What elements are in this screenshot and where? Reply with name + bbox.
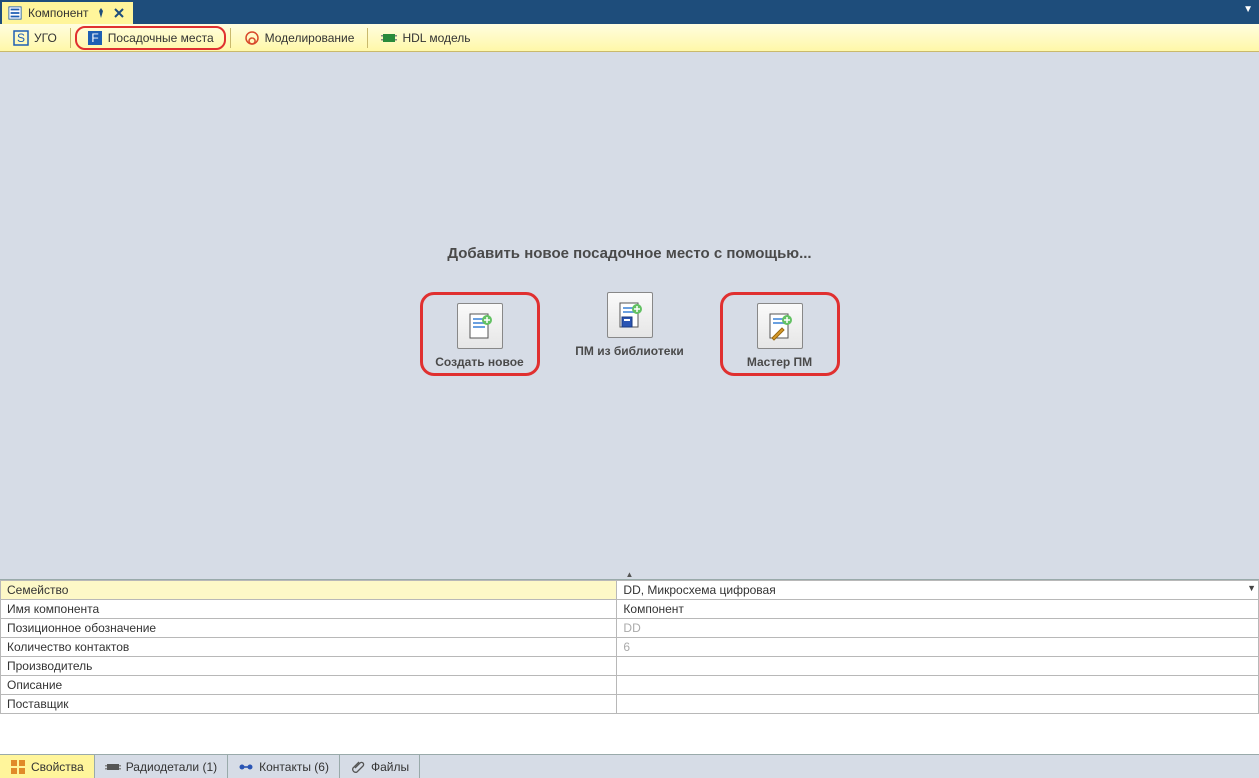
close-icon[interactable] xyxy=(113,7,125,19)
pins-icon xyxy=(238,759,254,775)
prop-label: Производитель xyxy=(1,657,617,676)
document-tabstrip: Компонент ▼ xyxy=(0,0,1259,24)
prop-row-description[interactable]: Описание xyxy=(1,676,1259,695)
toolbar-separator xyxy=(70,28,71,48)
wizard-document-icon xyxy=(764,310,796,342)
document-tab-title: Компонент xyxy=(28,6,89,20)
action-wizard[interactable]: Мастер ПМ xyxy=(720,292,840,376)
paperclip-icon xyxy=(350,759,366,775)
bottom-tab-parts[interactable]: Радиодетали (1) xyxy=(95,755,228,778)
tool-ugo[interactable]: S УГО xyxy=(4,26,66,50)
prop-value-name[interactable]: Компонент xyxy=(617,600,1259,619)
svg-text:S: S xyxy=(17,31,25,45)
action-from-library[interactable]: ПМ из библиотеки xyxy=(570,292,690,376)
bottom-tab-properties[interactable]: Свойства xyxy=(0,755,95,778)
part-icon xyxy=(105,759,121,775)
tabstrip-menu-caret-icon[interactable]: ▼ xyxy=(1243,4,1253,15)
library-document-icon xyxy=(614,299,646,331)
properties-panel: Семейство DD, Микросхема цифровая▼ Имя к… xyxy=(0,579,1259,754)
spiral-icon xyxy=(244,30,260,46)
collapse-caret-icon: ▲ xyxy=(626,570,634,579)
view-toolbar: S УГО F Посадочные места Моделирование H… xyxy=(0,24,1259,52)
prop-row-refdes: Позиционное обозначение DD xyxy=(1,619,1259,638)
empty-state-actions: Создать новое ПМ из библиотеки xyxy=(420,292,840,376)
bottom-tab-label: Радиодетали (1) xyxy=(126,760,217,774)
tool-modeling-label: Моделирование xyxy=(265,31,355,45)
action-create-new-button[interactable] xyxy=(457,303,503,349)
prop-row-pincount: Количество контактов 6 xyxy=(1,638,1259,657)
main-area: Добавить новое посадочное место с помощь… xyxy=(0,52,1259,778)
bottom-tab-label: Свойства xyxy=(31,760,84,774)
prop-value-supplier[interactable] xyxy=(617,695,1259,714)
action-wizard-button[interactable] xyxy=(757,303,803,349)
pin-icon[interactable] xyxy=(95,7,107,19)
prop-label: Имя компонента xyxy=(1,600,617,619)
tool-footprints[interactable]: F Посадочные места xyxy=(75,26,226,50)
action-create-new[interactable]: Создать новое xyxy=(420,292,540,376)
empty-state: Добавить новое посадочное место с помощь… xyxy=(0,52,1259,569)
property-grid: Семейство DD, Микросхема цифровая▼ Имя к… xyxy=(0,580,1259,714)
svg-text:F: F xyxy=(91,31,98,45)
bottom-tab-files[interactable]: Файлы xyxy=(340,755,420,778)
bottom-tab-contacts[interactable]: Контакты (6) xyxy=(228,755,340,778)
action-wizard-label: Мастер ПМ xyxy=(747,355,812,369)
prop-row-manufacturer[interactable]: Производитель xyxy=(1,657,1259,676)
prop-value-manufacturer[interactable] xyxy=(617,657,1259,676)
prop-value-family[interactable]: DD, Микросхема цифровая▼ xyxy=(617,581,1259,600)
action-from-library-button[interactable] xyxy=(607,292,653,338)
tool-modeling[interactable]: Моделирование xyxy=(235,26,364,50)
bottom-tabbar: Свойства Радиодетали (1) Контакты (6) Фа… xyxy=(0,754,1259,778)
prop-label: Количество контактов xyxy=(1,638,617,657)
prop-row-family[interactable]: Семейство DD, Микросхема цифровая▼ xyxy=(1,581,1259,600)
dropdown-caret-icon[interactable]: ▼ xyxy=(1247,583,1256,593)
prop-label: Поставщик xyxy=(1,695,617,714)
panel-collapse-handle[interactable]: ▲ xyxy=(0,569,1259,579)
empty-state-prompt: Добавить новое посадочное место с помощь… xyxy=(447,245,811,262)
prop-label: Позиционное обозначение xyxy=(1,619,617,638)
toolbar-separator xyxy=(367,28,368,48)
symbol-f-icon: F xyxy=(87,30,103,46)
prop-row-name[interactable]: Имя компонента Компонент xyxy=(1,600,1259,619)
tool-footprints-label: Посадочные места xyxy=(108,31,214,45)
prop-label: Описание xyxy=(1,676,617,695)
prop-value-description[interactable] xyxy=(617,676,1259,695)
prop-value-pincount: 6 xyxy=(617,638,1259,657)
properties-filler xyxy=(0,714,1259,754)
tool-hdl[interactable]: HDL модель xyxy=(372,26,479,50)
bottom-tab-label: Файлы xyxy=(371,760,409,774)
chip-icon xyxy=(381,30,397,46)
tool-hdl-label: HDL модель xyxy=(402,31,470,45)
component-icon xyxy=(8,6,22,20)
action-create-new-label: Создать новое xyxy=(435,355,523,369)
symbol-s-icon: S xyxy=(13,30,29,46)
action-from-library-label: ПМ из библиотеки xyxy=(575,344,684,358)
document-tab-component[interactable]: Компонент xyxy=(2,2,133,24)
prop-row-supplier[interactable]: Поставщик xyxy=(1,695,1259,714)
app-window: Компонент ▼ S УГО F Посадочные места xyxy=(0,0,1259,778)
toolbar-separator xyxy=(230,28,231,48)
prop-label: Семейство xyxy=(1,581,617,600)
new-document-icon xyxy=(464,310,496,342)
bottom-tab-label: Контакты (6) xyxy=(259,760,329,774)
tool-ugo-label: УГО xyxy=(34,31,57,45)
grid-icon xyxy=(10,759,26,775)
prop-value-refdes: DD xyxy=(617,619,1259,638)
